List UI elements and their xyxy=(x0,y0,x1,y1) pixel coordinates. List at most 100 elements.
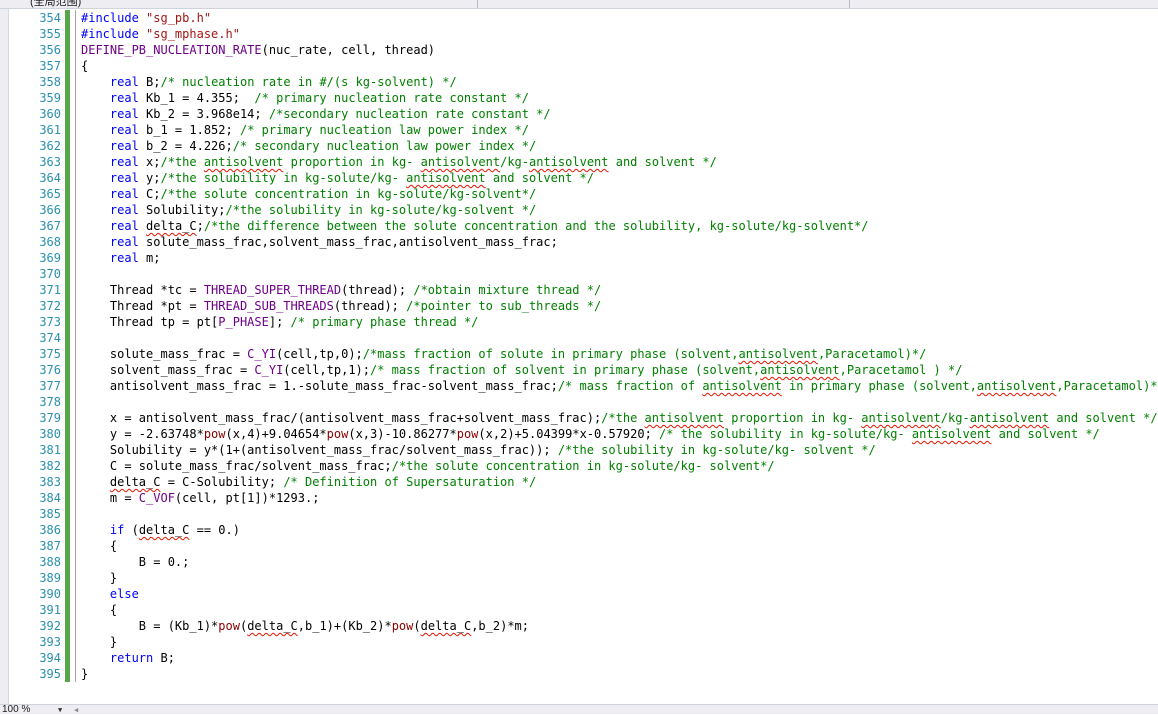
code-line[interactable]: 392 B = (Kb_1)*pow(delta_C,b_1)+(Kb_2)*p… xyxy=(9,618,1158,634)
code-text: real Solubility;/*the solubility in kg-s… xyxy=(81,202,536,218)
code-line[interactable]: 356 DEFINE_PB_NUCLEATION_RATE(nuc_rate, c… xyxy=(9,42,1158,58)
line-number: 371 xyxy=(39,283,61,297)
code-line[interactable]: 380 y = -2.63748*pow(x,4)+9.04654*pow(x,… xyxy=(9,426,1158,442)
code-text: y = -2.63748*pow(x,4)+9.04654*pow(x,3)-1… xyxy=(81,426,1100,442)
code-line[interactable]: 372 Thread *pt = THREAD_SUB_THREADS(thre… xyxy=(9,298,1158,314)
code-line[interactable]: 384 m = C_VOF(cell, pt[1])*1293.; xyxy=(9,490,1158,506)
code-line[interactable]: 355 #include "sg_mphase.h" xyxy=(9,26,1158,42)
code-token: /*the solubility in kg-solute/kg- xyxy=(160,171,407,185)
code-token: real xyxy=(109,91,139,105)
code-line[interactable]: 383 delta_C = C-Solubility; /* Definitio… xyxy=(9,474,1158,490)
code-line[interactable]: 370 xyxy=(9,266,1158,282)
code-token: delta_C xyxy=(247,619,298,633)
line-number: 360 xyxy=(39,107,61,121)
code-line[interactable]: 363 real x;/*the antisolvent proportion … xyxy=(9,154,1158,170)
code-token: /* mass fraction of xyxy=(557,379,703,393)
code-line[interactable]: 379 x = antisolvent_mass_frac/(antisolve… xyxy=(9,410,1158,426)
code-token: C; xyxy=(138,187,161,201)
code-line[interactable]: 382 C = solute_mass_frac/solvent_mass_fr… xyxy=(9,458,1158,474)
code-line[interactable]: 360 real Kb_2 = 3.968e14; /*secondary nu… xyxy=(9,106,1158,122)
code-line[interactable]: 381 Solubility = y*(1+(antisolvent_mass_… xyxy=(9,442,1158,458)
code-token: /* the solubility in kg-solute/kg- xyxy=(659,427,912,441)
line-number: 363 xyxy=(39,155,61,169)
code-text: B = 0.; xyxy=(81,554,190,570)
code-line[interactable]: 388 B = 0.; xyxy=(9,554,1158,570)
code-line[interactable]: 374 xyxy=(9,330,1158,346)
code-line[interactable]: 377 antisolvent_mass_frac = 1.-solute_ma… xyxy=(9,378,1158,394)
code-token: (cell, pt[1])*1293.; xyxy=(174,491,320,505)
code-line[interactable]: 395} xyxy=(9,666,1158,682)
outline-guide xyxy=(75,42,76,58)
code-token: (x,2)+5.04399*x-0.57920; xyxy=(478,427,660,441)
code-line[interactable]: 394 return B; xyxy=(9,650,1158,666)
code-line[interactable]: 367 real delta_C;/*the difference betwee… xyxy=(9,218,1158,234)
outline-guide xyxy=(75,474,76,490)
code-text: Thread tp = pt[P_PHASE]; /* primary phas… xyxy=(81,314,479,330)
code-line[interactable]: 358 real B;/* nucleation rate in #/(s kg… xyxy=(9,74,1158,90)
code-line[interactable]: 362 real b_2 = 4.226;/* secondary nuclea… xyxy=(9,138,1158,154)
outline-guide xyxy=(75,266,76,282)
code-line[interactable]: 366 real Solubility;/*the solubility in … xyxy=(9,202,1158,218)
change-marker xyxy=(65,42,70,58)
navigation-bar: (全局范围) xyxy=(0,0,1158,9)
code-token: Thread *pt = xyxy=(81,299,204,313)
code-line[interactable]: 361 real b_1 = 1.852; /* primary nucleat… xyxy=(9,122,1158,138)
code-line[interactable]: 386 if (delta_C == 0.) xyxy=(9,522,1158,538)
code-token: (nuc_rate, cell, thread) xyxy=(261,43,436,57)
zoom-level[interactable]: 100 % xyxy=(2,704,30,715)
line-number: 383 xyxy=(39,475,61,489)
code-line[interactable]: 375 solute_mass_frac = C_YI(cell,tp,0);/… xyxy=(9,346,1158,362)
code-editor[interactable]: 354 #include "sg_pb.h" 355 #include "sg_mph… xyxy=(9,9,1158,704)
code-token: antisolvent xyxy=(760,363,840,377)
code-token: antisolvent xyxy=(976,379,1057,393)
code-line[interactable]: 393 } xyxy=(9,634,1158,650)
code-token: B = 0.; xyxy=(81,555,190,569)
code-line[interactable]: 373 Thread tp = pt[P_PHASE]; /* primary … xyxy=(9,314,1158,330)
line-number: 384 xyxy=(39,491,61,505)
code-token: real xyxy=(109,75,139,89)
code-line[interactable]: 354 #include "sg_pb.h" xyxy=(9,10,1158,26)
code-token: (thread); xyxy=(333,299,407,313)
code-token: (cell,tp,1); xyxy=(283,363,370,377)
code-line[interactable]: 376 solvent_mass_frac = C_YI(cell,tp,1);… xyxy=(9,362,1158,378)
code-line[interactable]: 385 xyxy=(9,506,1158,522)
code-line[interactable]: 364 real y;/*the solubility in kg-solute… xyxy=(9,170,1158,186)
code-line[interactable]: 390 else xyxy=(9,586,1158,602)
code-line[interactable]: 387 { xyxy=(9,538,1158,554)
code-text: { xyxy=(81,58,88,74)
code-line[interactable]: 389 } xyxy=(9,570,1158,586)
navigation-divider xyxy=(477,0,478,8)
code-line[interactable]: 368 real solute_mass_frac,solvent_mass_f… xyxy=(9,234,1158,250)
code-text: else xyxy=(81,586,139,602)
code-token: /*the xyxy=(601,411,645,425)
code-token: pow xyxy=(218,619,240,633)
code-line[interactable]: 365 real C;/*the solute concentration in… xyxy=(9,186,1158,202)
change-marker xyxy=(65,186,70,202)
code-line[interactable]: 371 Thread *tc = THREAD_SUPER_THREAD(thr… xyxy=(9,282,1158,298)
change-marker xyxy=(65,602,70,618)
change-marker xyxy=(65,154,70,170)
line-number: 367 xyxy=(39,219,61,233)
code-token: /* primary phase thread */ xyxy=(290,315,479,329)
code-token: /* primary nucleation law power index */ xyxy=(239,123,529,137)
code-token: /*secondary nucleation rate constant */ xyxy=(268,107,551,121)
line-number: 388 xyxy=(39,555,61,569)
code-line[interactable]: 369 real m; xyxy=(9,250,1158,266)
code-token: B = (Kb_1)* xyxy=(81,619,219,633)
scope-dropdown[interactable]: (全局范围) xyxy=(30,0,81,9)
code-token: delta_C xyxy=(138,523,190,537)
code-line[interactable]: 357 { xyxy=(9,58,1158,74)
code-line[interactable]: 391 { xyxy=(9,602,1158,618)
line-number: 380 xyxy=(39,427,61,441)
code-token: ( xyxy=(124,523,139,537)
code-line[interactable]: 359 real Kb_1 = 4.355; /* primary nuclea… xyxy=(9,90,1158,106)
code-token: B; xyxy=(153,651,175,665)
change-marker xyxy=(65,74,70,90)
code-token: { xyxy=(81,539,118,553)
code-line[interactable]: 378 xyxy=(9,394,1158,410)
code-token: real xyxy=(109,203,139,217)
code-text: real b_1 = 1.852; /* primary nucleation … xyxy=(81,122,529,138)
code-token: /kg- xyxy=(500,155,530,169)
